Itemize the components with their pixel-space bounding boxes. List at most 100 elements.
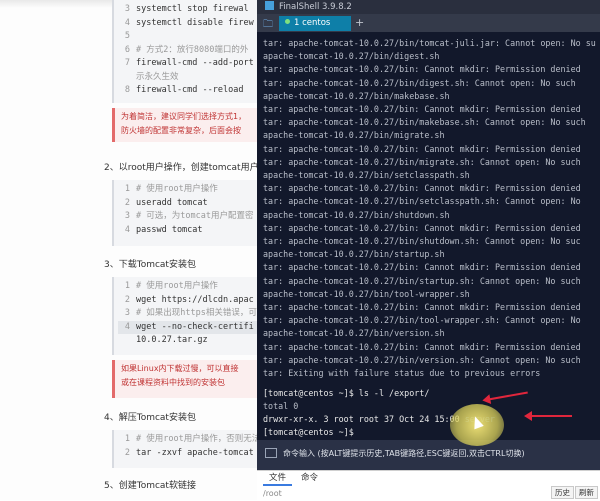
red-arrow-annotation (524, 411, 572, 421)
step-extract: 4、解压Tomcat安装包 (104, 413, 196, 423)
line-number: 4 (124, 17, 130, 28)
code-line: 6 # 方式2：放行8080端口的外 (118, 44, 262, 58)
code-text: passwd tomcat (136, 224, 203, 235)
terminal-line: tar: apache-tomcat-10.0.27/bin: Cannot m… (263, 302, 581, 312)
code-line: 1 # 使用root用户操作，否则无法 (118, 433, 262, 447)
note-line: 为着简洁，建议同学们选择方式1， (121, 112, 247, 121)
terminal-line: apache-tomcat-10.0.27/bin/tool-wrapper.s… (263, 288, 470, 299)
terminal-line: apache-tomcat-10.0.27/bin/migrate.sh (263, 130, 445, 141)
code-text: # 使用root用户操作 (136, 281, 218, 291)
session-tabbar: 🗀 1 centos + (257, 14, 600, 32)
terminal-line: apache-tomcat-10.0.27/bin/startup.sh (263, 249, 445, 260)
code-line: 示永久生效 (118, 71, 262, 85)
code-text: systemctl disable firew (136, 17, 254, 28)
terminal-line: tar: apache-tomcat-10.0.27/bin/tomcat-ju… (263, 38, 596, 48)
code-text: useradd tomcat (136, 197, 208, 208)
command-input-bar[interactable]: 命令输入 (按ALT键提示历史,TAB键路径,ESC键返回,双击CTRL切换) (257, 440, 600, 470)
terminal-line: tar: apache-tomcat-10.0.27/bin: Cannot m… (263, 183, 581, 194)
line-number: 4 (124, 321, 130, 332)
code-line: 1 # 使用root用户操作 (118, 183, 262, 197)
terminal-line: tar: apache-tomcat-10.0.27/bin: Cannot m… (263, 143, 581, 154)
code-line: 2 tar -zxvf apache-tomcat (118, 447, 262, 461)
code-text: systemctl stop firewal (136, 4, 249, 14)
code-text: # 使用root用户操作 (136, 184, 218, 194)
code-text: wget https://dlcdn.apac (136, 294, 254, 305)
code-text: # 方式2：放行8080端口的外 (136, 44, 249, 55)
terminal-line: apache-tomcat-10.0.27/bin/setclasspath.s… (263, 170, 470, 180)
line-number: 8 (124, 85, 130, 95)
terminal-line: apache-tomcat-10.0.27/bin/makebase.sh (263, 90, 450, 101)
terminal-line: tar: apache-tomcat-10.0.27/bin: Cannot m… (263, 341, 581, 352)
code-line: 10.0.27.tar.gz (118, 334, 262, 348)
finalshell-window: FinalShell 3.9.8.2 🗀 1 centos + [tomcat@… (257, 0, 600, 501)
step-download: 3、下载Tomcat安装包 (104, 260, 196, 270)
app-logo-icon (265, 1, 274, 10)
refresh-button[interactable]: 刷新 (575, 486, 598, 499)
window-titlebar: FinalShell 3.9.8.2 (257, 0, 600, 14)
code-text: # 可选，为tomcat用户配置密 (136, 211, 254, 221)
code-text: 示永久生效 (136, 71, 179, 82)
terminal-line: tar: apache-tomcat-10.0.27/bin/version.s… (263, 354, 581, 365)
code-block-useradd: 1 # 使用root用户操作 2 useradd tomcat 3 # 可选，为tomca… (112, 180, 262, 246)
new-tab-button[interactable]: + (355, 16, 364, 29)
window-title: FinalShell 3.9.8.2 (279, 2, 352, 12)
note-download: 如果Linux内下载过慢，可以直接 或在课程资料中找到的安装包 (112, 360, 262, 398)
code-text: wget --no-check-certifi (136, 321, 254, 332)
status-dot-icon (285, 19, 290, 24)
terminal-line: tar: Exiting with failure status due to … (263, 368, 541, 378)
code-line: 1 # 使用root用户操作 (118, 280, 262, 294)
code-line: 3 # 可选，为tomcat用户配置密 (118, 210, 262, 224)
terminal-line: tar: apache-tomcat-10.0.27/bin: Cannot m… (263, 222, 581, 233)
code-text: firewall-cmd --add-port (136, 58, 254, 68)
terminal-line: tar: apache-tomcat-10.0.27/bin/shutdown.… (263, 236, 581, 246)
command-input-hint: 命令输入 (按ALT键提示历史,TAB键路径,ESC键返回,双击CTRL切换) (283, 449, 525, 458)
session-tab[interactable]: 1 centos (279, 16, 351, 31)
terminal-line: apache-tomcat-10.0.27/bin/version.sh (263, 328, 445, 339)
line-number: 1 (124, 184, 130, 194)
note-line: 防火墙的配置非常复杂，后面会按 (121, 126, 241, 135)
line-number: 1 (124, 434, 130, 444)
code-block-tar: 1 # 使用root用户操作，否则无法 2 tar -zxvf apache-tomc… (112, 430, 262, 468)
line-number: 3 (124, 211, 130, 221)
code-line: 3 systemctl stop firewal (118, 3, 262, 17)
note-line: 如果Linux内下载过慢，可以直接 (121, 364, 239, 373)
prompt-idle: [tomcat@centos ~]$ (263, 427, 354, 437)
line-number: 6 (124, 44, 130, 55)
code-line: 5 (118, 30, 262, 44)
terminal-line: tar: apache-tomcat-10.0.27/bin/tool-wrap… (263, 315, 581, 326)
tab-files[interactable]: 文件 (263, 473, 293, 486)
terminal-line: tar: apache-tomcat-10.0.27/bin/digest.sh… (263, 77, 576, 88)
code-line: 8 firewall-cmd --reload (118, 84, 262, 98)
line-number: 2 (124, 197, 130, 208)
tab-commands[interactable]: 命令 (295, 473, 324, 484)
code-text: firewall-cmd --reload (136, 85, 244, 95)
terminal-line: apache-tomcat-10.0.27/bin/shutdown.sh (263, 209, 450, 220)
line-number: 4 (124, 224, 130, 235)
terminal-line: tar: apache-tomcat-10.0.27/bin/setclassp… (263, 196, 581, 207)
code-text: # 如果出现https相关错误，可 (136, 308, 257, 318)
file-path[interactable]: /root (263, 489, 282, 498)
note-line: 或在课程资料中找到的安装包 (121, 378, 225, 387)
code-line: 4 wget --no-check-certifi (118, 320, 262, 334)
dir-permissions: drwxr-xr-x. 3 root root 37 Oct 24 15:00 (263, 414, 465, 424)
line-number: 7 (124, 58, 130, 68)
terminal-line: apache-tomcat-10.0.27/bin/digest.sh (263, 51, 440, 62)
file-panel: 文件 命令 /root 历史 刷新 (257, 470, 600, 501)
terminal-line: tar: apache-tomcat-10.0.27/bin/startup.s… (263, 275, 581, 286)
prompt-ls-command: [tomcat@centos ~]$ ls -l /export/ (263, 388, 430, 398)
terminal-line: tar: apache-tomcat-10.0.27/bin: Cannot m… (263, 64, 581, 75)
line-number: 2 (124, 447, 130, 458)
code-line: 2 wget https://dlcdn.apac (118, 294, 262, 308)
line-number: 3 (124, 4, 130, 14)
terminal-output[interactable]: [tomcat@centos ~]$ ls -l /export/ total … (257, 32, 600, 440)
code-block-wget: 1 # 使用root用户操作 2 wget https://dlcdn.apac 3 # … (112, 277, 262, 355)
history-button[interactable]: 历史 (551, 486, 574, 499)
line-number: 3 (124, 308, 130, 318)
code-line: 3 # 如果出现https相关错误，可 (118, 307, 262, 321)
note-firewall: 为着简洁，建议同学们选择方式1， 防火墙的配置非常复杂，后面会按 (112, 108, 262, 142)
code-text: tar -zxvf apache-tomcat (136, 447, 254, 458)
step-symlink: 5、创建Tomcat软链接 (104, 481, 196, 491)
terminal-line: tar: apache-tomcat-10.0.27/bin: Cannot m… (263, 262, 581, 273)
line-number: 5 (124, 31, 130, 41)
session-tab-label: 1 centos (294, 18, 331, 28)
